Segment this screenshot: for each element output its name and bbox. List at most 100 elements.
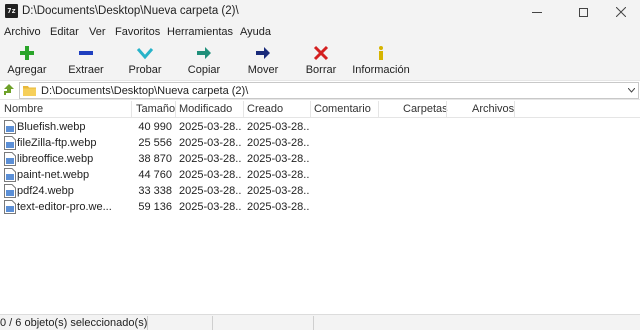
file-modified: 2025-03-28... [179, 153, 241, 165]
minimize-button[interactable] [514, 0, 560, 24]
file-name: fileZilla-ftp.webp [17, 137, 97, 149]
up-arrow-icon [4, 84, 14, 95]
file-created: 2025-03-28... [247, 137, 309, 149]
title-bar: 7z D:\Documents\Desktop\Nueva carpeta (2… [0, 0, 640, 24]
file-name: libreoffice.webp [17, 153, 94, 165]
file-row[interactable]: pdf24.webp 33 338 2025-03-28... 2025-03-… [0, 183, 640, 199]
file-created: 2025-03-28... [247, 169, 309, 181]
column-header-folders[interactable]: Carpetas [403, 103, 448, 115]
file-row[interactable]: Bluefish.webp 40 990 2025-03-28... 2025-… [0, 119, 640, 135]
copy-button-label: Copiar [187, 64, 221, 76]
plus-icon [19, 45, 35, 61]
copy-arrow-icon [196, 45, 212, 61]
toolbar: Agregar Extraer Probar Copiar Mover Borr… [0, 42, 640, 80]
image-file-icon [4, 200, 16, 214]
file-name: text-editor-pro.we... [17, 201, 112, 213]
selection-status: 0 / 6 objeto(s) seleccionado(s) [0, 317, 148, 329]
file-row[interactable]: text-editor-pro.we... 59 136 2025-03-28.… [0, 199, 640, 215]
7zip-app-icon: 7z [5, 4, 18, 18]
path-text: D:\Documents\Desktop\Nueva carpeta (2)\ [41, 85, 249, 97]
file-name: pdf24.webp [17, 185, 74, 197]
column-divider[interactable] [514, 101, 515, 117]
address-bar: D:\Documents\Desktop\Nueva carpeta (2)\ [0, 80, 640, 100]
check-icon [137, 45, 153, 61]
file-size: 44 760 [138, 169, 172, 181]
column-divider[interactable] [175, 101, 176, 117]
column-divider[interactable] [446, 101, 447, 117]
file-size: 40 990 [138, 121, 172, 133]
move-arrow-icon [255, 45, 271, 61]
file-modified: 2025-03-28... [179, 121, 241, 133]
add-button[interactable]: Agregar [4, 42, 50, 80]
column-divider[interactable] [131, 101, 132, 117]
image-file-icon [4, 152, 16, 166]
status-divider [212, 316, 213, 330]
add-button-label: Agregar [7, 64, 47, 76]
image-file-icon [4, 184, 16, 198]
extract-button-label: Extraer [68, 64, 104, 76]
window-title: D:\Documents\Desktop\Nueva carpeta (2)\ [22, 5, 239, 17]
delete-button-label: Borrar [305, 64, 337, 76]
file-created: 2025-03-28... [247, 153, 309, 165]
image-file-icon [4, 120, 16, 134]
file-created: 2025-03-28... [247, 121, 309, 133]
file-created: 2025-03-28... [247, 185, 309, 197]
file-size: 59 136 [138, 201, 172, 213]
test-button-label: Probar [128, 64, 162, 76]
column-header-files[interactable]: Archivos [472, 103, 514, 115]
up-folder-button[interactable] [2, 83, 16, 97]
column-divider[interactable] [310, 101, 311, 117]
column-header-comment[interactable]: Comentario [314, 103, 371, 115]
status-bar: 0 / 6 objeto(s) seleccionado(s) [0, 314, 640, 330]
menu-herramientas[interactable]: Herramientas [167, 26, 233, 38]
delete-button[interactable]: Borrar [305, 42, 337, 80]
maximize-icon [578, 7, 588, 17]
extract-button[interactable]: Extraer [66, 42, 106, 80]
column-header-created[interactable]: Creado [247, 103, 283, 115]
menu-archivo[interactable]: Archivo [4, 26, 41, 38]
file-modified: 2025-03-28... [179, 201, 241, 213]
file-modified: 2025-03-28... [179, 169, 241, 181]
close-button[interactable] [598, 0, 640, 24]
column-divider[interactable] [243, 101, 244, 117]
menu-editar[interactable]: Editar [50, 26, 79, 38]
file-created: 2025-03-28... [247, 201, 309, 213]
test-button[interactable]: Probar [127, 42, 163, 80]
menu-favoritos[interactable]: Favoritos [115, 26, 160, 38]
menu-ver[interactable]: Ver [89, 26, 106, 38]
file-size: 38 870 [138, 153, 172, 165]
status-divider [313, 316, 314, 330]
info-button-label: Información [352, 64, 410, 76]
status-divider [147, 316, 148, 330]
file-size: 25 556 [138, 137, 172, 149]
delete-x-icon [313, 45, 329, 61]
file-size: 33 338 [138, 185, 172, 197]
info-button[interactable]: Información [352, 42, 410, 80]
info-icon [373, 45, 389, 61]
image-file-icon [4, 168, 16, 182]
chevron-down-icon[interactable] [628, 88, 635, 93]
file-row[interactable]: libreoffice.webp 38 870 2025-03-28... 20… [0, 151, 640, 167]
file-modified: 2025-03-28... [179, 185, 241, 197]
column-header-name[interactable]: Nombre [4, 103, 43, 115]
file-list[interactable]: Bluefish.webp 40 990 2025-03-28... 2025-… [0, 118, 640, 314]
column-header-modified[interactable]: Modificado [179, 103, 232, 115]
file-modified: 2025-03-28... [179, 137, 241, 149]
minus-icon [78, 45, 94, 61]
minimize-icon [532, 11, 542, 13]
folder-icon [23, 86, 36, 96]
copy-button[interactable]: Copiar [186, 42, 222, 80]
menu-ayuda[interactable]: Ayuda [240, 26, 271, 38]
file-name: paint-net.webp [17, 169, 90, 181]
path-input[interactable]: D:\Documents\Desktop\Nueva carpeta (2)\ [19, 82, 639, 99]
list-header: Nombre Tamaño Modificado Creado Comentar… [0, 101, 640, 118]
file-name: Bluefish.webp [17, 121, 86, 133]
move-button[interactable]: Mover [246, 42, 280, 80]
file-row[interactable]: fileZilla-ftp.webp 25 556 2025-03-28... … [0, 135, 640, 151]
move-button-label: Mover [247, 64, 279, 76]
column-divider[interactable] [378, 101, 379, 117]
column-header-size[interactable]: Tamaño [136, 103, 175, 115]
image-file-icon [4, 136, 16, 150]
menu-bar: Archivo Editar Ver Favoritos Herramienta… [0, 24, 640, 42]
file-row[interactable]: paint-net.webp 44 760 2025-03-28... 2025… [0, 167, 640, 183]
